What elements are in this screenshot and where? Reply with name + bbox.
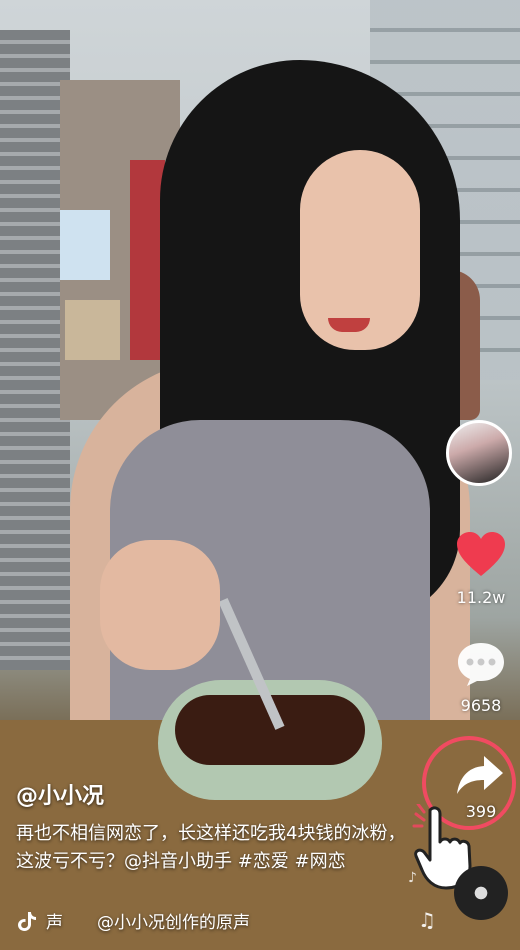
share-arrow-icon	[457, 756, 503, 794]
author-username[interactable]: @小小况	[16, 778, 416, 810]
background-poster	[60, 210, 110, 280]
music-title: @小小况创作的原声	[97, 913, 250, 933]
video-caption: 再也不相信网恋了，长这样还吃我4块钱的冰粉，这波亏不亏？@抖音小助手 #恋爱 #…	[16, 823, 406, 872]
video-player[interactable]: 11.2w 9658 399 ♪ ♫ @小小况 再也不相信网恋了，长这样还吃我4…	[0, 0, 520, 950]
music-bar[interactable]: 声 @小小况创作的原声	[16, 908, 250, 933]
author-avatar[interactable]	[446, 420, 512, 486]
heart-icon	[457, 532, 505, 576]
woman-hand	[100, 540, 220, 670]
like-button[interactable]	[455, 530, 507, 578]
share-button[interactable]	[455, 754, 505, 796]
comment-button[interactable]	[455, 640, 507, 688]
tiktok-note-icon	[18, 911, 36, 931]
music-note-icon: ♫	[418, 908, 436, 932]
like-count: 11.2w	[456, 588, 506, 607]
background-poster	[65, 300, 120, 360]
comment-count: 9658	[460, 696, 502, 715]
video-info: @小小况 再也不相信网恋了，长这样还吃我4块钱的冰粉，这波亏不亏？@抖音小助手 …	[16, 778, 416, 876]
music-disc[interactable]	[454, 866, 508, 920]
music-label: 声	[46, 913, 63, 933]
comment-icon	[458, 643, 504, 686]
